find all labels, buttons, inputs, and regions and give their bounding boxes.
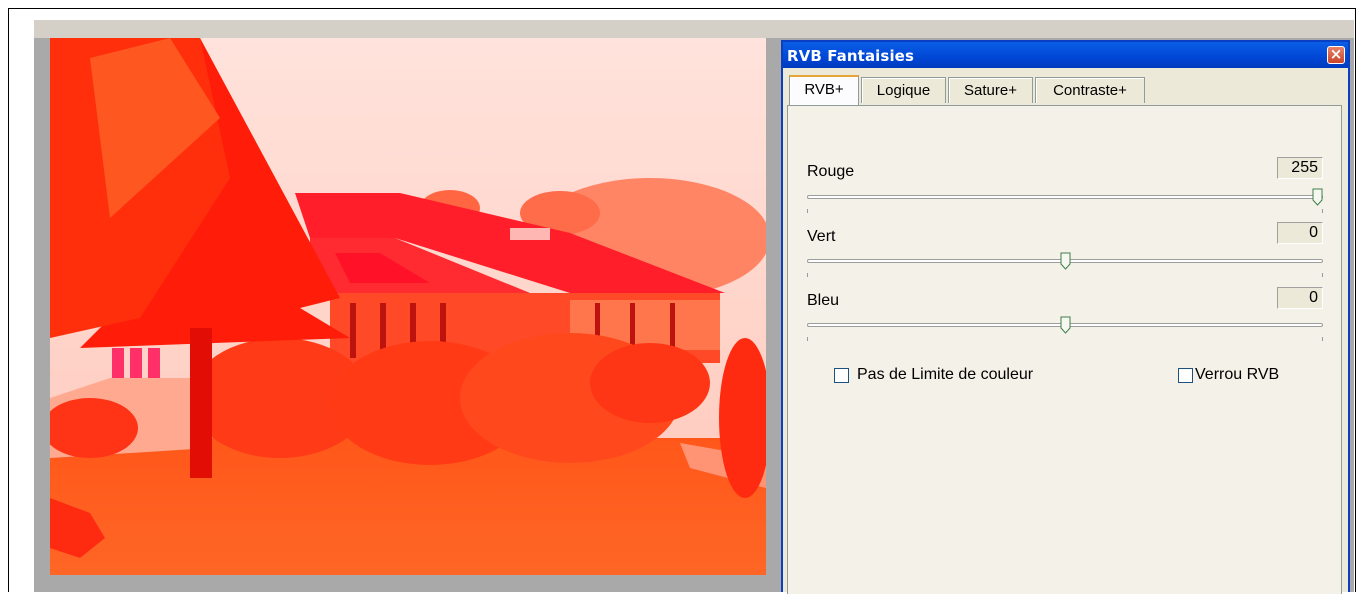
pas-de-limite-checkbox[interactable]	[834, 368, 849, 383]
tab-rvb-plus[interactable]: RVB+	[789, 75, 859, 105]
tab-sature-plus[interactable]: Sature+	[948, 77, 1033, 103]
red-tinted-photo	[50, 38, 766, 575]
rouge-label: Rouge	[807, 163, 855, 180]
verrou-rvb-label: Verrou RVB	[1195, 366, 1280, 383]
close-icon: ×	[1329, 45, 1343, 63]
vert-slider-thumb[interactable]	[1060, 252, 1071, 270]
tab-logique[interactable]: Logique	[861, 77, 946, 103]
tab-contraste-plus[interactable]: Contraste+	[1035, 77, 1145, 103]
workspace-top-strip	[34, 20, 1354, 38]
bleu-label: Bleu	[807, 292, 840, 309]
rouge-slider-track[interactable]	[807, 195, 1323, 199]
image-preview	[50, 38, 766, 575]
bleu-tick-min	[807, 337, 808, 341]
rvb-fantaisies-dialog: RVB Fantaisies × RVB+ Logique Sature+ Co…	[781, 40, 1350, 594]
dialog-title: RVB Fantaisies	[787, 47, 914, 65]
vert-tick-min	[807, 273, 808, 277]
rouge-slider-thumb[interactable]	[1312, 188, 1323, 206]
close-button[interactable]: ×	[1327, 45, 1345, 64]
verrou-rvb-checkbox[interactable]	[1178, 368, 1193, 383]
bleu-tick-max	[1322, 337, 1323, 341]
pas-de-limite-label: Pas de Limite de couleur	[857, 366, 1034, 383]
vert-tick-max	[1322, 273, 1323, 277]
bleu-value-field[interactable]: 0	[1277, 287, 1323, 309]
vert-label: Vert	[807, 228, 836, 245]
bleu-slider-thumb[interactable]	[1060, 316, 1071, 334]
vert-value-field[interactable]: 0	[1277, 222, 1323, 244]
rouge-value-field[interactable]: 255	[1277, 157, 1323, 179]
rouge-tick-min	[807, 209, 808, 213]
rvb-plus-panel: Rouge 255 Vert 0 Bleu 0 Pas de Limite de…	[787, 105, 1342, 594]
rouge-tick-max	[1322, 209, 1323, 213]
title-bar[interactable]: RVB Fantaisies ×	[783, 42, 1348, 68]
